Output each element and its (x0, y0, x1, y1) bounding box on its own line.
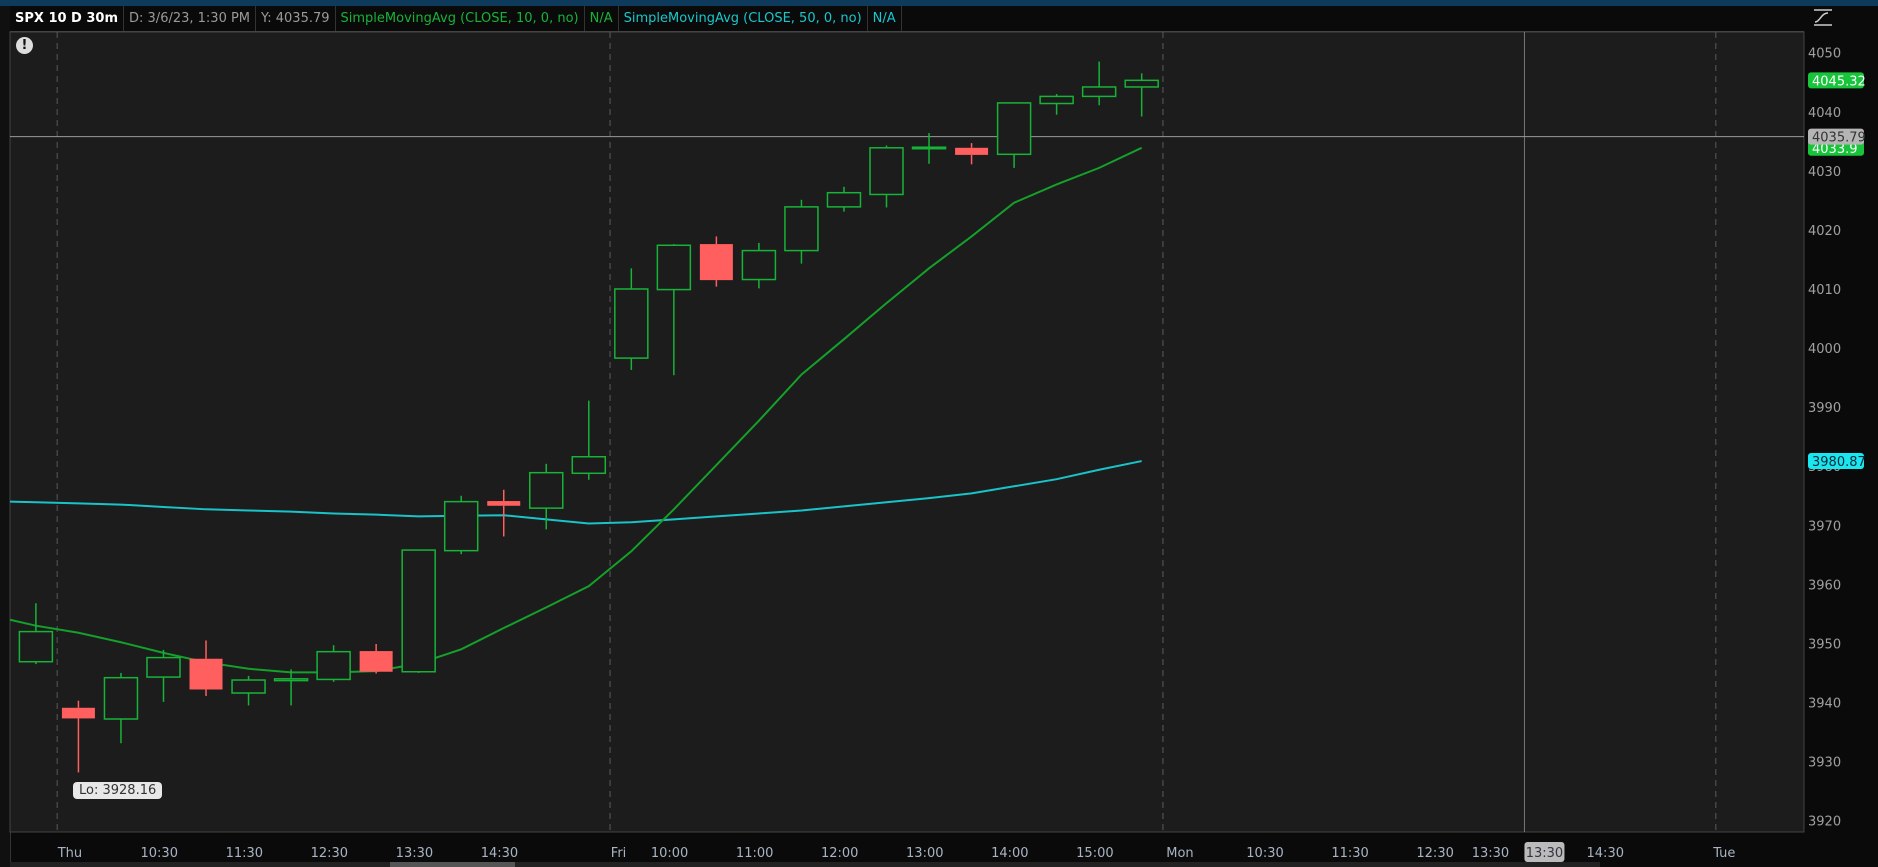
y-tick-label: 3920 (1808, 815, 1841, 830)
y-tick-label: 4030 (1808, 165, 1841, 180)
candle-body (401, 549, 436, 673)
crosshair-time-label: 13:30 (1526, 846, 1563, 861)
time-scrollbar[interactable] (10, 862, 1600, 867)
candle-body (231, 679, 266, 694)
x-tick-label: 12:30 (311, 846, 348, 861)
x-tick-label: 13:00 (906, 846, 943, 861)
x-tick-label: 11:30 (1331, 846, 1368, 861)
x-tick-label: Fri (611, 846, 627, 861)
low-price-tooltip: Lo: 3928.16 (73, 782, 163, 799)
candle-body (359, 651, 393, 672)
candle-body (1081, 86, 1117, 98)
candle-body (103, 676, 139, 720)
x-tick-label: 11:30 (226, 846, 263, 861)
candle-body (146, 656, 181, 678)
x-tick-label: 14:30 (481, 846, 518, 861)
y-tick-label: 3960 (1808, 578, 1841, 593)
candle-body (911, 146, 947, 150)
x-tick-label: 10:00 (651, 846, 688, 861)
candle-body (189, 658, 223, 690)
plot-area[interactable] (9, 31, 1805, 833)
x-tick-label: 14:30 (1587, 846, 1624, 861)
candle-body (699, 244, 733, 281)
candle-body (869, 147, 904, 196)
y-tick-label: 4000 (1808, 342, 1841, 357)
candle-body (1124, 79, 1159, 88)
candle-body (273, 678, 309, 682)
x-tick-label: 10:30 (141, 846, 178, 861)
candle-body (656, 244, 692, 291)
y-tick-label: 3940 (1808, 696, 1841, 711)
x-tick-label: Thu (57, 846, 82, 861)
candle-body (955, 147, 989, 155)
candle-body (316, 650, 351, 681)
candle-body (571, 455, 607, 475)
x-tick-label: Mon (1166, 846, 1193, 861)
y-tick-label: 4020 (1808, 224, 1841, 239)
price-chart[interactable]: 4050404040304020401040003990398039703960… (0, 0, 1878, 867)
x-tick-label: 14:00 (991, 846, 1028, 861)
y-tick-label: 3930 (1808, 756, 1841, 771)
x-tick-label: 12:30 (1416, 846, 1453, 861)
candle-body (443, 500, 479, 552)
candle-body (18, 630, 54, 663)
candle-body (614, 288, 649, 359)
x-tick-label: 10:30 (1246, 846, 1283, 861)
candle-body (784, 206, 819, 252)
cursor-price-text: 4035.79 (1812, 131, 1866, 146)
x-tick-label: 11:00 (736, 846, 773, 861)
y-tick-label: 4040 (1808, 106, 1841, 121)
candle-body (996, 102, 1032, 156)
sma50-price-text: 3980.87 (1812, 455, 1866, 470)
x-tick-label: 15:00 (1076, 846, 1113, 861)
candle-body (529, 471, 564, 509)
x-tick-label: 13:30 (396, 846, 433, 861)
y-tick-label: 3950 (1808, 637, 1841, 652)
x-tick-label: 12:00 (821, 846, 858, 861)
candle-body (1039, 95, 1074, 105)
y-tick-label: 4010 (1808, 283, 1841, 298)
candle-body (487, 501, 521, 506)
auto-scale-icon[interactable] (1812, 8, 1834, 28)
y-tick-label: 3970 (1808, 519, 1841, 534)
y-tick-label: 4050 (1808, 47, 1841, 62)
x-tick-label: 13:30 (1472, 846, 1509, 861)
x-tick-label: Tue (1712, 846, 1735, 861)
last-price-text: 4045.32 (1812, 74, 1866, 89)
candle-body (741, 249, 777, 281)
candle-body (61, 707, 95, 719)
alert-icon[interactable]: ! (16, 37, 33, 54)
scrollbar-thumb[interactable] (390, 862, 515, 867)
y-tick-label: 3990 (1808, 401, 1841, 416)
candle-body (826, 191, 862, 208)
